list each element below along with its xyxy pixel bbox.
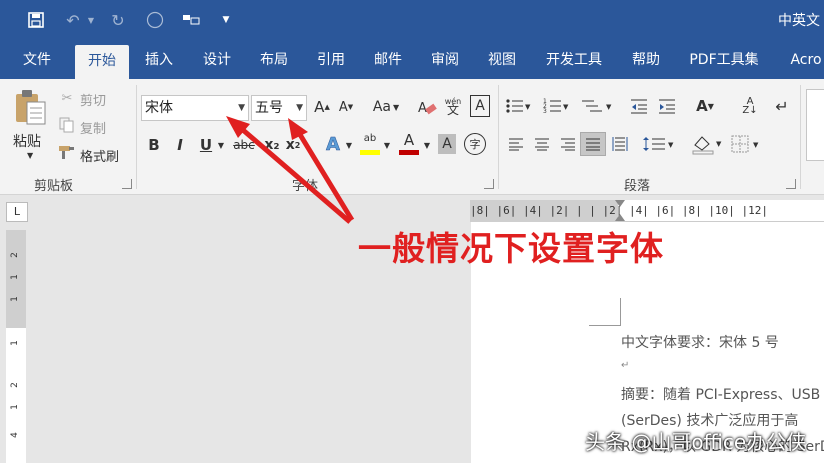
annotation-text: 一般情况下设置字体: [358, 229, 664, 268]
watermark: 头条 @山哥office办公侠: [585, 430, 807, 454]
